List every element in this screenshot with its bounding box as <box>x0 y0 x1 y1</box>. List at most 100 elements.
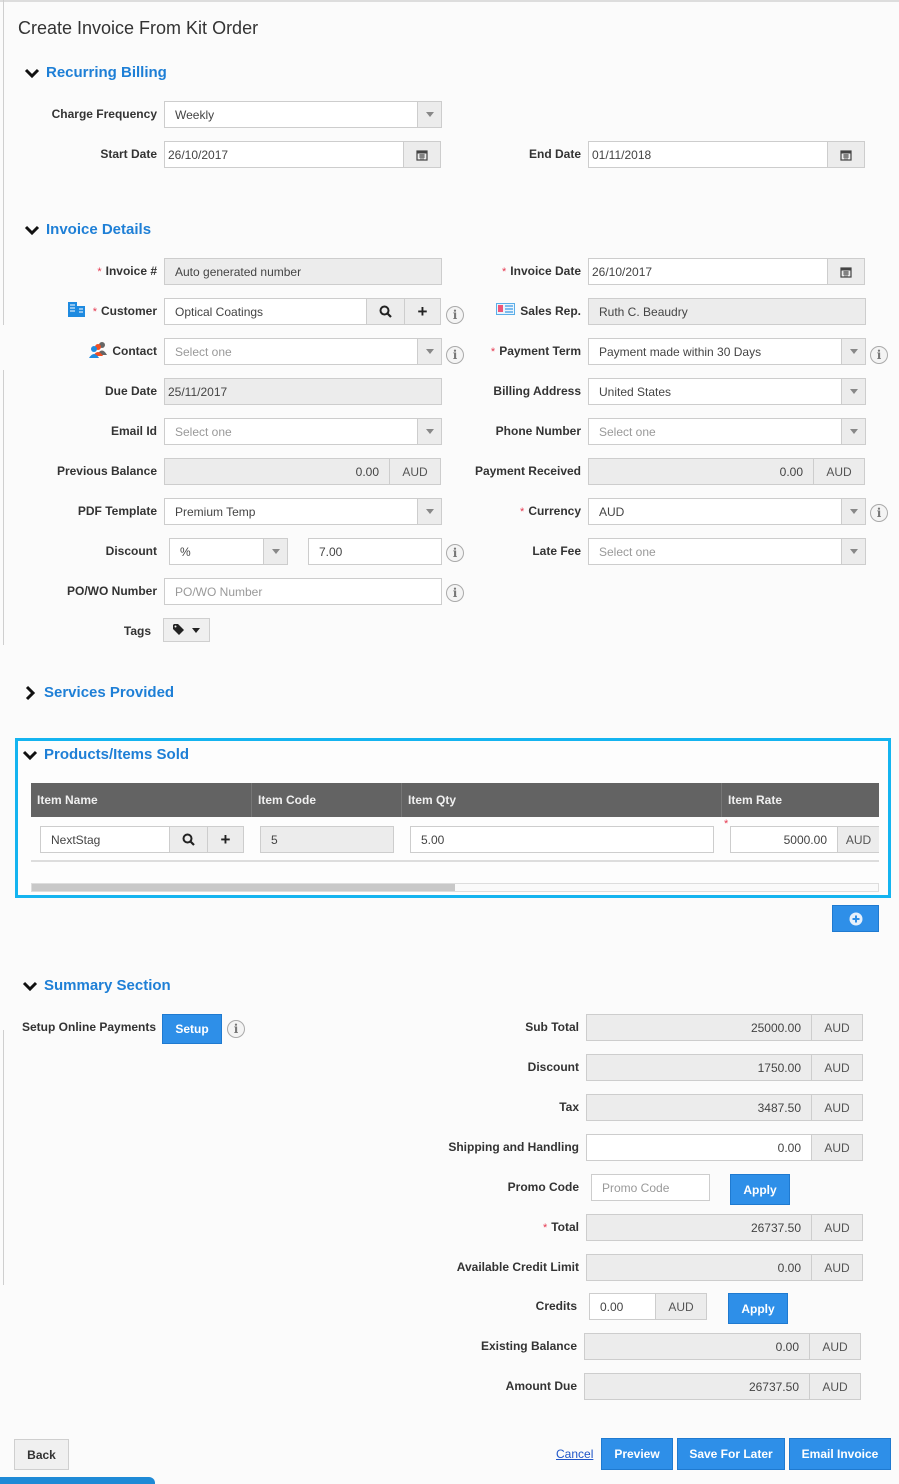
online-payments-label: Setup Online Payments <box>22 1020 157 1034</box>
currency-addon: AUD <box>655 1294 706 1319</box>
amount-due-label: Amount Due <box>505 1379 577 1393</box>
apply-credits-button[interactable]: Apply <box>728 1293 788 1324</box>
search-icon[interactable] <box>169 827 207 852</box>
scrollbar-thumb[interactable] <box>32 884 455 891</box>
tags-dropdown-button[interactable] <box>163 618 210 642</box>
apply-promo-button[interactable]: Apply <box>730 1174 790 1205</box>
contact-label: Contact <box>112 344 157 358</box>
chevron-down-icon <box>841 539 865 564</box>
tax-input: 3487.50 AUD <box>586 1094 863 1121</box>
plus-circle-icon <box>849 912 862 925</box>
promo-code-label: Promo Code <box>507 1180 579 1194</box>
chevron-down-icon <box>841 379 865 404</box>
item-code-input: 5 <box>260 826 394 853</box>
customer-input[interactable]: Optical Coatings + <box>164 298 441 325</box>
discount-type-select[interactable]: % <box>169 538 288 565</box>
existing-balance-input: 0.00 AUD <box>584 1333 861 1360</box>
start-date-label: Start Date <box>100 147 157 161</box>
start-date-input[interactable]: 26/10/2017 <box>164 141 441 168</box>
section-products-items-sold[interactable]: Products/Items Sold <box>22 746 189 763</box>
section-title: Invoice Details <box>46 221 152 238</box>
bottom-tab-indicator <box>0 1477 155 1484</box>
item-name-input[interactable]: NextStag + <box>40 826 244 853</box>
info-icon[interactable]: i <box>870 346 888 364</box>
section-recurring-billing[interactable]: Recurring Billing <box>24 64 167 81</box>
currency-addon: AUD <box>809 1374 860 1399</box>
horizontal-scrollbar[interactable] <box>31 883 879 892</box>
currency-addon: AUD <box>811 1255 862 1280</box>
currency-label: * Currency <box>520 504 581 518</box>
plus-icon[interactable]: + <box>207 827 243 852</box>
shipping-label: Shipping and Handling <box>448 1140 579 1154</box>
section-summary[interactable]: Summary Section <box>22 977 171 994</box>
email-invoice-button[interactable]: Email Invoice <box>789 1438 891 1470</box>
email-id-label: Email Id <box>110 424 157 438</box>
discount-value-input[interactable]: 7.00 <box>308 538 442 565</box>
id-card-icon <box>496 303 515 315</box>
calendar-icon[interactable] <box>827 142 864 167</box>
payment-received-label: Payment Received <box>474 464 581 478</box>
cancel-link[interactable]: Cancel <box>556 1447 593 1461</box>
currency-addon: AUD <box>813 459 864 484</box>
info-icon[interactable]: i <box>446 584 464 602</box>
total-input: 26737.50 AUD <box>586 1214 863 1241</box>
credit-limit-input: 0.00 AUD <box>586 1254 863 1281</box>
required-mark: * <box>724 818 729 830</box>
amount-due-input: 26737.50 AUD <box>584 1373 861 1400</box>
chevron-down-icon <box>841 419 865 444</box>
pdf-template-select[interactable]: Premium Temp <box>164 498 442 525</box>
billing-address-select[interactable]: United States <box>588 378 866 405</box>
end-date-input[interactable]: 01/11/2018 <box>588 141 865 168</box>
calendar-icon[interactable] <box>827 259 864 284</box>
phone-number-select[interactable]: Select one <box>588 418 866 445</box>
currency-select[interactable]: AUD <box>588 498 866 525</box>
email-id-select[interactable]: Select one <box>164 418 442 445</box>
credits-label: Credits <box>535 1299 577 1313</box>
promo-code-input[interactable]: Promo Code <box>591 1174 710 1201</box>
po-wo-input[interactable]: PO/WO Number <box>164 578 442 605</box>
chevron-down-icon <box>417 419 441 444</box>
payment-term-select[interactable]: Payment made within 30 Days <box>588 338 866 365</box>
info-icon[interactable]: i <box>446 544 464 562</box>
items-table-header: Item Name Item Code Item Qty Item Rate <box>31 783 879 817</box>
late-fee-label: Late Fee <box>532 544 581 558</box>
invoice-number-label: * Invoice # <box>97 264 157 278</box>
left-border <box>3 0 4 325</box>
item-qty-input[interactable]: 5.00 <box>410 826 714 853</box>
credit-limit-label: Available Credit Limit <box>456 1260 579 1274</box>
end-date-label: End Date <box>528 147 581 161</box>
add-row-button[interactable] <box>832 905 879 932</box>
invoice-date-input[interactable]: 26/10/2017 <box>588 258 865 285</box>
contact-select[interactable]: Select one <box>164 338 442 365</box>
summary-discount-input: 1750.00 AUD <box>586 1054 863 1081</box>
info-icon[interactable]: i <box>227 1020 245 1038</box>
info-icon[interactable]: i <box>446 346 464 364</box>
calendar-icon[interactable] <box>403 142 440 167</box>
chevron-down-icon <box>24 68 40 78</box>
caret-down-icon <box>192 627 200 633</box>
customer-label: * Customer <box>92 304 157 318</box>
section-title: Summary Section <box>44 977 171 994</box>
preview-button[interactable]: Preview <box>601 1438 673 1470</box>
top-border <box>0 0 899 2</box>
section-title: Recurring Billing <box>46 64 167 81</box>
phone-number-label: Phone Number <box>495 424 581 438</box>
back-button[interactable]: Back <box>14 1439 69 1470</box>
setup-button[interactable]: Setup <box>162 1014 222 1044</box>
shipping-input[interactable]: 0.00 AUD <box>586 1134 863 1161</box>
save-for-later-button[interactable]: Save For Later <box>677 1438 785 1470</box>
late-fee-select[interactable]: Select one <box>588 538 866 565</box>
info-icon[interactable]: i <box>870 504 888 522</box>
chevron-right-icon <box>25 685 36 700</box>
item-rate-input[interactable]: 5000.00 AUD <box>730 826 879 853</box>
section-invoice-details[interactable]: Invoice Details <box>24 221 151 238</box>
chevron-down-icon <box>841 339 865 364</box>
po-wo-label: PO/WO Number <box>66 584 157 598</box>
charge-frequency-select[interactable]: Weekly <box>164 101 442 128</box>
column-header: Item Code <box>251 783 401 817</box>
search-icon[interactable] <box>366 299 404 324</box>
plus-icon[interactable]: + <box>404 299 440 324</box>
section-services-provided[interactable]: Services Provided <box>22 684 174 701</box>
info-icon[interactable]: i <box>446 306 464 324</box>
credits-input[interactable]: 0.00 AUD <box>589 1293 707 1320</box>
